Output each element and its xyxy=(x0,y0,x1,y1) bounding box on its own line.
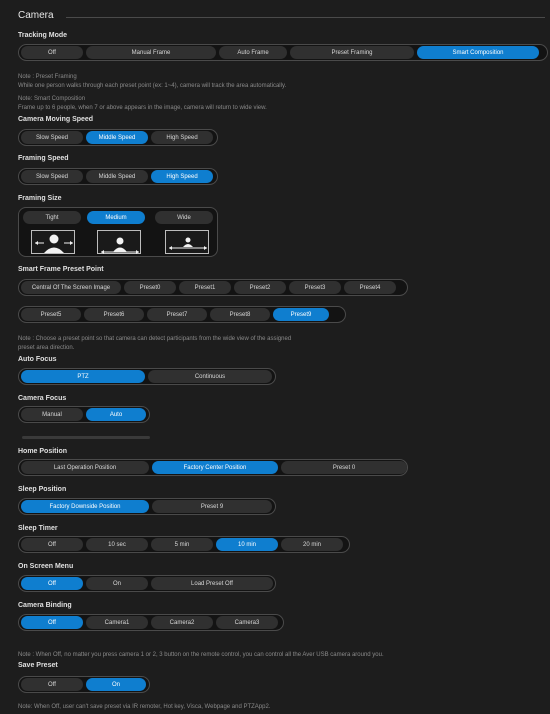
preset-6[interactable]: Preset6 xyxy=(84,308,144,321)
framing-speed-high[interactable]: High Speed xyxy=(151,170,213,183)
osm-load-preset-off[interactable]: Load Preset Off xyxy=(151,577,273,590)
tracking-mode-smart-composition[interactable]: Smart Composition xyxy=(417,46,539,59)
camera-focus-auto[interactable]: Auto xyxy=(86,408,146,421)
camera-focus-manual[interactable]: Manual xyxy=(21,408,83,421)
framing-size-label: Framing Size xyxy=(18,195,62,202)
framing-speed-label: Framing Speed xyxy=(18,155,69,162)
sleep-factory-downside[interactable]: Factory Downside Position xyxy=(21,500,149,513)
preset-1[interactable]: Preset1 xyxy=(179,281,231,294)
osm-off[interactable]: Off xyxy=(21,577,83,590)
smart-frame-preset-row1: Central Of The Screen Image Preset0 Pres… xyxy=(18,279,408,296)
camera-binding-group: Off Camera1 Camera2 Camera3 xyxy=(18,614,284,631)
tracking-mode-manual-frame[interactable]: Manual Frame xyxy=(86,46,216,59)
on-screen-menu-group: Off On Load Preset Off xyxy=(18,575,276,592)
save-preset-off[interactable]: Off xyxy=(21,678,83,691)
home-factory-center[interactable]: Factory Center Position xyxy=(152,461,278,474)
smart-frame-preset-row2: Preset5 Preset6 Preset7 Preset8 Preset9 xyxy=(18,306,346,323)
save-preset-on[interactable]: On xyxy=(86,678,146,691)
panel-title: Camera xyxy=(18,10,54,21)
framing-size-tight[interactable]: Tight xyxy=(23,211,81,224)
auto-focus-group: PTZ Continuous xyxy=(18,368,276,385)
camera-focus-group: Manual Auto xyxy=(18,406,150,423)
panel-header: Camera xyxy=(10,8,545,24)
sleep-timer-5min[interactable]: 5 min xyxy=(151,538,213,551)
preset-4[interactable]: Preset4 xyxy=(344,281,396,294)
preset-3[interactable]: Preset3 xyxy=(289,281,341,294)
camera-focus-label: Camera Focus xyxy=(18,395,67,402)
moving-speed-high[interactable]: High Speed xyxy=(151,131,213,144)
tracking-mode-preset-framing[interactable]: Preset Framing xyxy=(290,46,414,59)
framing-medium-preview-icon[interactable] xyxy=(97,230,141,254)
framing-size-medium[interactable]: Medium xyxy=(87,211,145,224)
tracking-mode-label: Tracking Mode xyxy=(18,32,68,39)
sleep-preset-9[interactable]: Preset 9 xyxy=(152,500,272,513)
moving-speed-slow[interactable]: Slow Speed xyxy=(21,131,83,144)
note-smart-composition-body: Frame up to 6 people, when 7 or above ap… xyxy=(18,105,267,111)
binding-camera3[interactable]: Camera3 xyxy=(216,616,278,629)
framing-speed-slow[interactable]: Slow Speed xyxy=(21,170,83,183)
moving-speed-middle[interactable]: Middle Speed xyxy=(86,131,148,144)
home-preset-0[interactable]: Preset 0 xyxy=(281,461,407,474)
preset-0[interactable]: Preset0 xyxy=(124,281,176,294)
binding-off[interactable]: Off xyxy=(21,616,83,629)
preset-2[interactable]: Preset2 xyxy=(234,281,286,294)
sleep-timer-group: Off 10 sec 5 min 10 min 20 min xyxy=(18,536,350,553)
note-preset-framing-body: While one person walks through each pres… xyxy=(18,83,287,89)
camera-binding-label: Camera Binding xyxy=(18,602,72,609)
camera-moving-speed-label: Camera Moving Speed xyxy=(18,116,94,123)
binding-camera1[interactable]: Camera1 xyxy=(86,616,148,629)
binding-camera2[interactable]: Camera2 xyxy=(151,616,213,629)
header-divider xyxy=(66,17,545,18)
tracking-mode-group: Off Manual Frame Auto Frame Preset Frami… xyxy=(18,44,548,61)
note-camera-binding: Note : When Off, no matter you press cam… xyxy=(18,652,384,658)
focus-slider-track[interactable] xyxy=(22,436,150,439)
sleep-timer-10min[interactable]: 10 min xyxy=(216,538,278,551)
tracking-mode-off[interactable]: Off xyxy=(21,46,83,59)
preset-9[interactable]: Preset9 xyxy=(273,308,329,321)
framing-size-wide[interactable]: Wide xyxy=(155,211,213,224)
sleep-timer-20min[interactable]: 20 min xyxy=(281,538,343,551)
framing-size-group: Tight Medium Wide xyxy=(18,207,218,257)
preset-central-screen[interactable]: Central Of The Screen Image xyxy=(21,281,121,294)
framing-wide-preview-icon[interactable] xyxy=(165,230,209,254)
tracking-mode-auto-frame[interactable]: Auto Frame xyxy=(219,46,287,59)
sleep-timer-label: Sleep Timer xyxy=(18,525,58,532)
auto-focus-ptz[interactable]: PTZ xyxy=(21,370,145,383)
preset-7[interactable]: Preset7 xyxy=(147,308,207,321)
framing-speed-group: Slow Speed Middle Speed High Speed xyxy=(18,168,218,185)
camera-moving-speed-group: Slow Speed Middle Speed High Speed xyxy=(18,129,218,146)
framing-speed-middle[interactable]: Middle Speed xyxy=(86,170,148,183)
home-position-label: Home Position xyxy=(18,448,68,455)
sleep-position-label: Sleep Position xyxy=(18,486,67,493)
auto-focus-continuous[interactable]: Continuous xyxy=(148,370,272,383)
osm-on[interactable]: On xyxy=(86,577,148,590)
home-last-operation[interactable]: Last Operation Position xyxy=(21,461,149,474)
save-preset-group: Off On xyxy=(18,676,150,693)
home-position-group: Last Operation Position Factory Center P… xyxy=(18,459,408,476)
camera-settings-panel: Camera Tracking Mode Off Manual Frame Au… xyxy=(0,0,550,714)
save-preset-label: Save Preset xyxy=(18,662,58,669)
sleep-position-group: Factory Downside Position Preset 9 xyxy=(18,498,276,515)
note-save-preset: Note: When Off, user can't save preset v… xyxy=(18,704,271,710)
auto-focus-label: Auto Focus xyxy=(18,356,57,363)
note-preset-point-line2: preset area direction. xyxy=(18,345,75,351)
preset-5[interactable]: Preset5 xyxy=(21,308,81,321)
smart-frame-preset-label: Smart Frame Preset Point xyxy=(18,266,104,273)
framing-tight-preview-icon[interactable] xyxy=(31,230,75,254)
sleep-timer-10sec[interactable]: 10 sec xyxy=(86,538,148,551)
on-screen-menu-label: On Screen Menu xyxy=(18,563,74,570)
sleep-timer-off[interactable]: Off xyxy=(21,538,83,551)
preset-8[interactable]: Preset8 xyxy=(210,308,270,321)
